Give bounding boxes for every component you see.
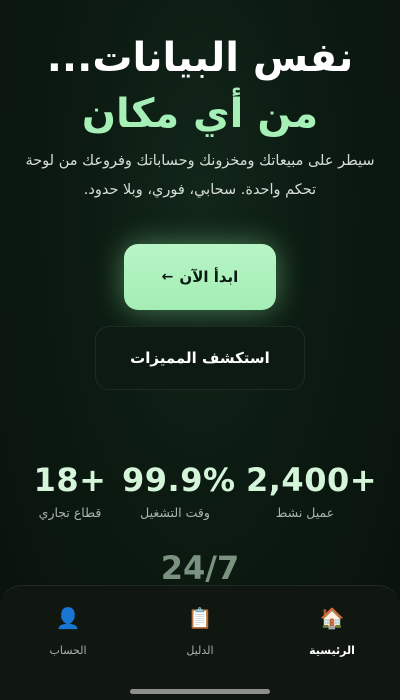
stat-value: 2,400+ xyxy=(246,461,378,499)
nav-item-home[interactable]: 🏠 الرئيسية xyxy=(282,604,382,664)
arrow-left-icon: ← xyxy=(161,269,174,285)
hero-subtitle: سيطر على مبيعاتك ومخزونك وحساباتك وفروعك… xyxy=(25,153,375,198)
nav-label: الدليل xyxy=(186,644,214,657)
stat-label: عميل نشط xyxy=(275,505,335,520)
hero-title: نفس البيانات... من أي مكان xyxy=(0,30,400,142)
stats-section: 2,400+ عميل نشط 99.9% وقت التشغيل 18+ قط… xyxy=(0,458,400,528)
stat-uptime: 99.9% وقت التشغيل xyxy=(122,458,236,524)
stat-value: 99.9% xyxy=(122,461,236,499)
stat-label: وقت التشغيل xyxy=(140,505,210,520)
hero-title-line1: نفس البيانات... xyxy=(46,35,354,81)
stat-label: قطاع تجاري xyxy=(38,505,102,520)
stat-support-hours: 24/7 xyxy=(160,549,240,587)
start-now-label: ابدأ الآن xyxy=(179,268,239,286)
nav-label: الحساب xyxy=(49,644,87,657)
bottom-nav: 🏠 الرئيسية 📋 الدليل 👤 الحساب xyxy=(0,585,400,700)
nav-label: الرئيسية xyxy=(309,644,355,657)
nav-item-account[interactable]: 👤 الحساب xyxy=(18,604,118,664)
stat-active-clients: 2,400+ عميل نشط xyxy=(246,458,378,524)
hero-title-line2: من أي مكان xyxy=(81,91,319,137)
explore-features-button[interactable]: استكشف المميزات xyxy=(95,326,305,390)
stat-business-sectors: 18+ قطاع تجاري xyxy=(30,458,110,524)
home-indicator[interactable] xyxy=(130,689,270,694)
stat-value: 18+ xyxy=(33,461,107,499)
house-icon: 🏠 xyxy=(319,606,345,630)
nav-item-guide[interactable]: 📋 الدليل xyxy=(150,604,250,664)
user-icon: 👤 xyxy=(55,606,81,630)
clipboard-icon: 📋 xyxy=(187,606,213,630)
start-now-button[interactable]: ابدأ الآن ← xyxy=(124,244,276,310)
